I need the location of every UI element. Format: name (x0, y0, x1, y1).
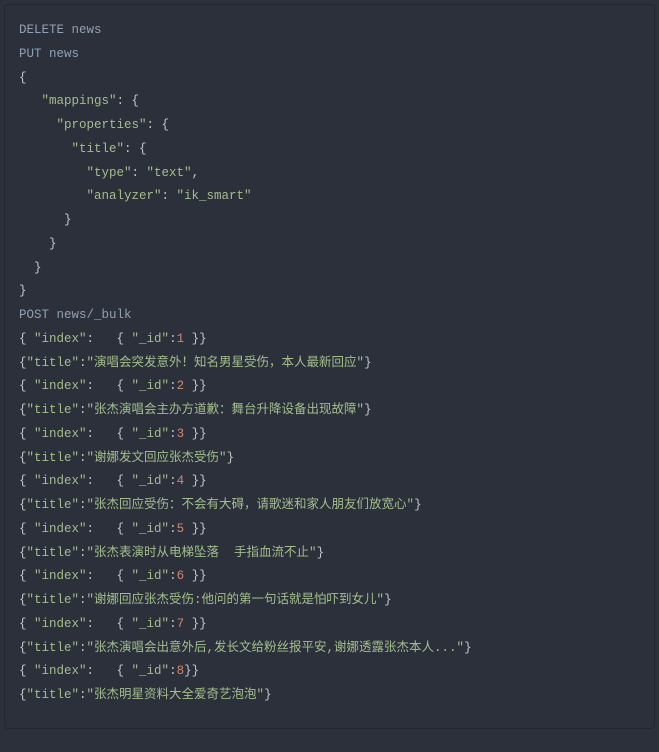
code-line: DELETE news (19, 19, 640, 43)
code-line: { "index": { "_id":4 }} (19, 470, 640, 494)
code-line: {"title":"张杰演唱会出意外后,发长文给粉丝报平安,谢娜透露张杰本人..… (19, 637, 640, 661)
code-line: {"title":"谢娜发文回应张杰受伤"} (19, 447, 640, 471)
code-line: {"title":"张杰表演时从电梯坠落 手指血流不止"} (19, 542, 640, 566)
code-line: "analyzer": "ik_smart" (19, 185, 640, 209)
code-line: {"title":"张杰明星资料大全爱奇艺泡泡"} (19, 684, 640, 708)
code-line: { "index": { "_id":1 }} (19, 328, 640, 352)
brace: } (19, 284, 27, 298)
keyword: DELETE news (19, 23, 102, 37)
string: "ik_smart" (177, 189, 252, 203)
brace: } (19, 261, 42, 275)
code-line: POST news/_bulk (19, 304, 640, 328)
code-line: { "index": { "_id":6 }} (19, 565, 640, 589)
code-line: "title": { (19, 138, 640, 162)
code-line: {"title":"张杰回应受伤：不会有大碍，请歌迷和家人朋友们放宽心"} (19, 494, 640, 518)
code-line: {"title":"演唱会突发意外！知名男星受伤，本人最新回应"} (19, 352, 640, 376)
code-line: } (19, 233, 640, 257)
code-line: } (19, 209, 640, 233)
string: "type" (87, 166, 132, 180)
code-line: } (19, 280, 640, 304)
code-line: { "index": { "_id":3 }} (19, 423, 640, 447)
keyword: POST news/_bulk (19, 308, 132, 322)
code-line: } (19, 257, 640, 281)
code-line: "properties": { (19, 114, 640, 138)
code-line: { (19, 67, 640, 91)
brace: { (19, 71, 27, 85)
code-line: { "index": { "_id":2 }} (19, 375, 640, 399)
string: "analyzer" (87, 189, 162, 203)
code-line: {"title":"谢娜回应张杰受伤:他问的第一句话就是怕吓到女儿"} (19, 589, 640, 613)
code-line: "mappings": { (19, 90, 640, 114)
string: "text" (147, 166, 192, 180)
string: "title" (72, 142, 125, 156)
keyword: PUT news (19, 47, 79, 61)
code-block: DELETE news PUT news { "mappings": { "pr… (4, 4, 655, 729)
code-line: { "index": { "_id":7 }} (19, 613, 640, 637)
code-line: "type": "text", (19, 162, 640, 186)
string: "mappings" (42, 94, 117, 108)
brace: } (19, 237, 57, 251)
string: "properties" (57, 118, 147, 132)
code-line: { "index": { "_id":5 }} (19, 518, 640, 542)
brace: } (19, 213, 72, 227)
code-line: { "index": { "_id":8}} (19, 660, 640, 684)
code-line: {"title":"张杰演唱会主办方道歉：舞台升降设备出现故障"} (19, 399, 640, 423)
code-line: PUT news (19, 43, 640, 67)
